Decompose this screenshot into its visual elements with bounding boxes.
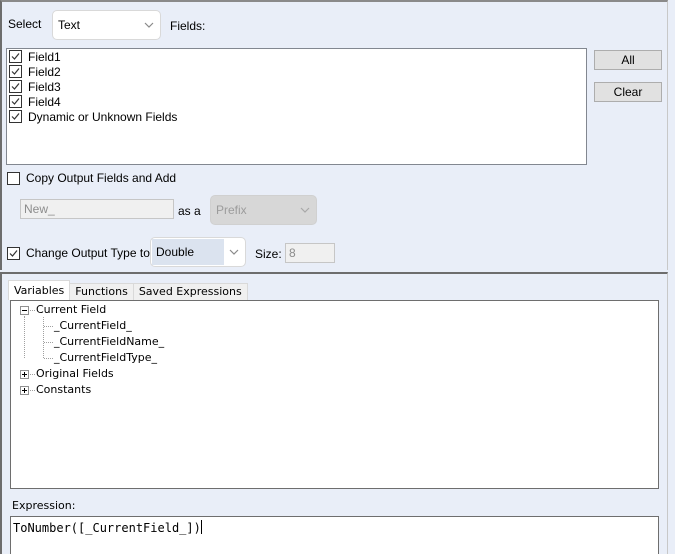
field-checkbox[interactable] xyxy=(9,80,22,93)
field-label: Field4 xyxy=(28,94,61,109)
tree-connector xyxy=(30,310,35,311)
checkmark-icon xyxy=(11,68,20,75)
fields-checklist[interactable]: Field1 Field2 Field3 Field4 Dynamic or U… xyxy=(6,48,587,165)
field-item[interactable]: Field1 xyxy=(7,49,586,64)
tree-node-variable[interactable]: _CurrentField_ xyxy=(54,318,132,334)
output-type-dropdown[interactable]: Double xyxy=(150,237,246,267)
field-item[interactable]: Field4 xyxy=(7,94,586,109)
checkmark-icon xyxy=(11,53,20,60)
fields-label: Fields: xyxy=(170,19,206,33)
change-type-option[interactable]: Change Output Type to xyxy=(7,246,150,260)
checkmark-icon xyxy=(11,98,20,105)
tab-saved-expressions[interactable]: Saved Expressions xyxy=(132,283,248,300)
chevron-down-icon xyxy=(144,22,154,28)
clear-button[interactable]: Clear xyxy=(594,82,662,102)
chevron-down-icon xyxy=(300,207,310,213)
field-item[interactable]: Dynamic or Unknown Fields xyxy=(7,109,586,124)
tree-connector xyxy=(44,342,53,343)
select-type-dropdown[interactable]: Text xyxy=(52,10,161,40)
expand-icon[interactable] xyxy=(20,370,29,379)
tab-variables[interactable]: Variables xyxy=(8,280,71,300)
copy-output-checkbox[interactable] xyxy=(7,171,20,185)
prefix-suffix-input[interactable]: New_ xyxy=(20,199,174,219)
field-label: Field1 xyxy=(28,49,61,64)
tree-node-variable[interactable]: _CurrentFieldName_ xyxy=(54,334,164,350)
copy-output-label: Copy Output Fields and Add xyxy=(26,171,177,185)
change-type-checkbox[interactable] xyxy=(7,246,20,260)
tab-functions[interactable]: Functions xyxy=(69,283,134,300)
tree-node-original-fields[interactable]: Original Fields xyxy=(36,366,114,382)
expression-label: Expression: xyxy=(12,499,76,512)
text-caret xyxy=(200,520,202,534)
tree-connector xyxy=(44,358,53,359)
field-label: Field2 xyxy=(28,64,61,79)
field-label: Field3 xyxy=(28,79,61,94)
prefix-suffix-value: Prefix xyxy=(216,203,247,217)
field-checkbox[interactable] xyxy=(9,95,22,108)
tree-node-variable[interactable]: _CurrentFieldType_ xyxy=(54,350,157,366)
expression-panel: Variables Functions Saved Expressions Cu… xyxy=(0,272,668,554)
field-label: Dynamic or Unknown Fields xyxy=(28,109,178,124)
select-all-button[interactable]: All xyxy=(594,50,662,70)
collapse-icon[interactable] xyxy=(20,306,29,315)
field-checkbox[interactable] xyxy=(9,65,22,78)
as-a-label: as a xyxy=(178,204,201,218)
expand-icon[interactable] xyxy=(20,386,29,395)
checkmark-icon xyxy=(9,249,18,257)
size-label: Size: xyxy=(255,247,282,261)
change-type-label: Change Output Type to xyxy=(26,246,150,260)
field-checkbox[interactable] xyxy=(9,50,22,63)
field-item[interactable]: Field3 xyxy=(7,79,586,94)
tree-connector xyxy=(30,374,35,375)
tree-connector xyxy=(43,317,44,358)
field-selection-panel: Select Text Fields: Field1 Field2 Field3… xyxy=(0,0,668,270)
checkmark-icon xyxy=(11,83,20,90)
field-checkbox[interactable] xyxy=(9,110,22,123)
tree-node-constants[interactable]: Constants xyxy=(36,382,91,398)
prefix-suffix-dropdown[interactable]: Prefix xyxy=(210,195,317,225)
field-item[interactable]: Field2 xyxy=(7,64,586,79)
select-label: Select xyxy=(8,17,42,31)
expression-editor[interactable]: ToNumber([_CurrentField_]) xyxy=(10,516,659,554)
tree-connector xyxy=(44,326,53,327)
select-type-value: Text xyxy=(58,18,81,32)
expression-text: ToNumber([_CurrentField_]) xyxy=(13,521,201,535)
tree-node-current-field[interactable]: Current Field xyxy=(36,302,106,318)
size-input[interactable]: 8 xyxy=(285,243,335,263)
chevron-down-icon xyxy=(229,249,239,255)
output-type-value: Double xyxy=(156,245,195,259)
copy-output-option[interactable]: Copy Output Fields and Add xyxy=(7,171,176,185)
tree-connector xyxy=(24,316,25,358)
expression-tabs: Variables Functions Saved Expressions xyxy=(8,280,248,300)
tree-connector xyxy=(30,390,35,391)
checkmark-icon xyxy=(11,113,20,120)
variables-tree[interactable]: Current Field _CurrentField_ _CurrentFie… xyxy=(10,300,659,489)
